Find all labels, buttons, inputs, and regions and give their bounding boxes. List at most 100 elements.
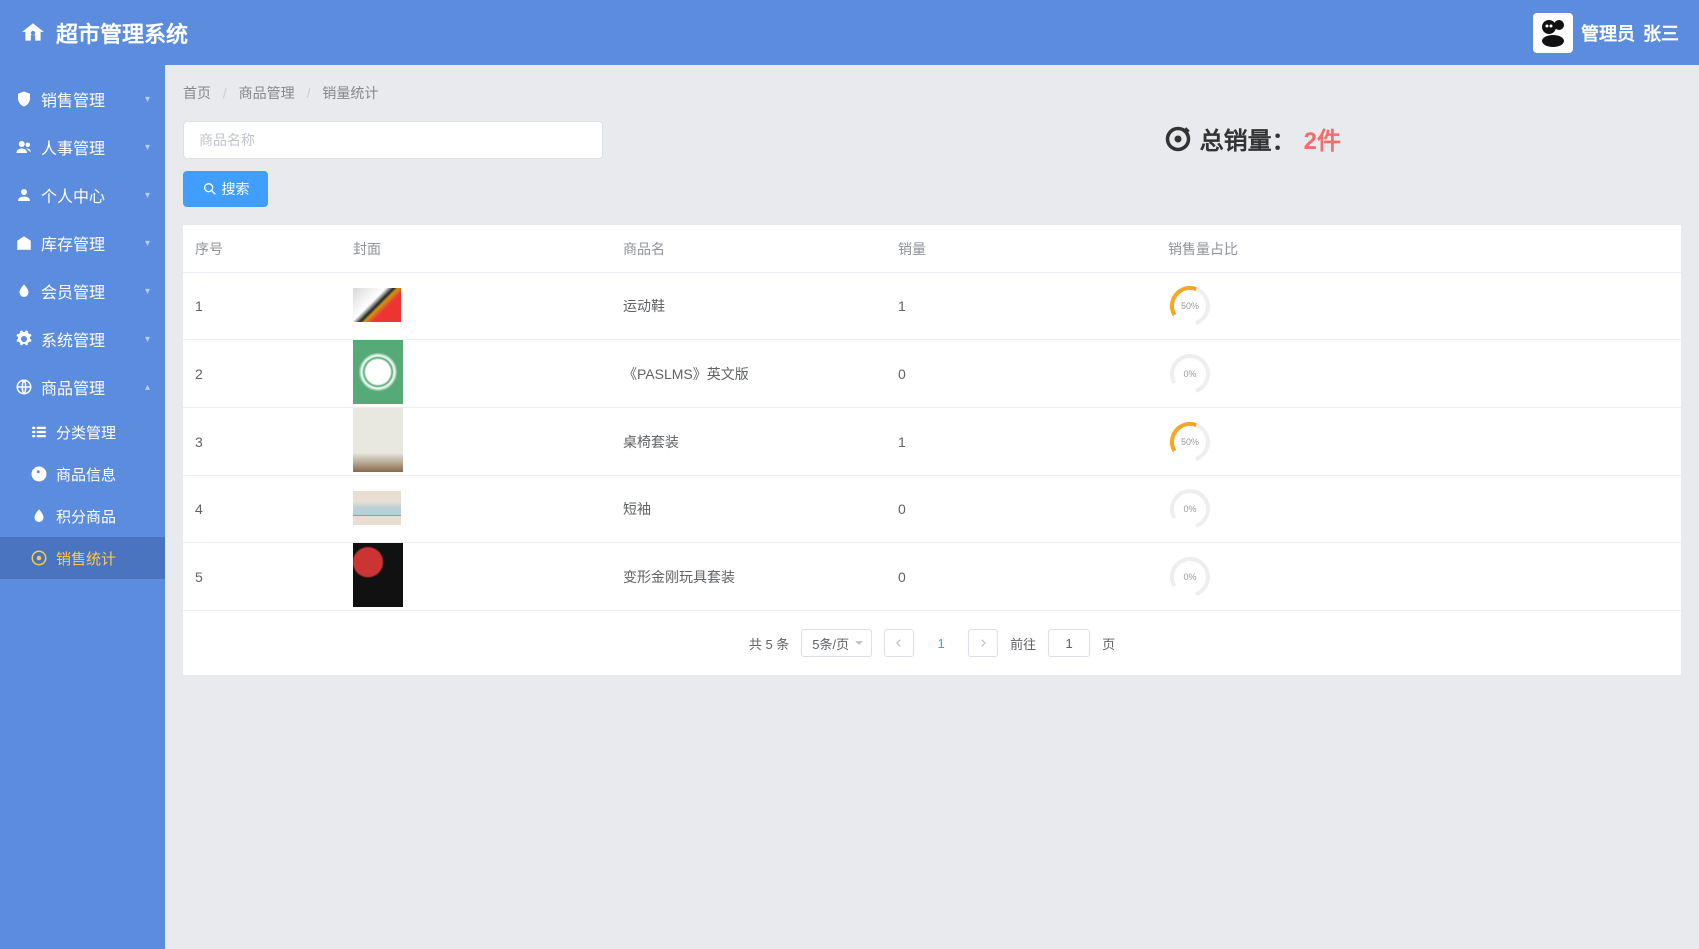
ratio-gauge: 50% — [1168, 284, 1212, 328]
total-value: 2件 — [1304, 121, 1341, 156]
nav-product-management[interactable]: 商品管理 ▴ — [0, 363, 165, 411]
chevron-down-icon: ▾ — [145, 142, 150, 153]
chevron-down-icon: ▾ — [145, 94, 150, 105]
goto-label-post: 页 — [1102, 634, 1115, 653]
product-thumb — [353, 288, 401, 322]
nav-hr-management[interactable]: 人事管理 ▾ — [0, 123, 165, 171]
drop-icon — [15, 282, 33, 300]
chevron-down-icon: ▾ — [145, 334, 150, 345]
person-icon — [15, 186, 33, 204]
header-right: 管理员 张三 — [1533, 13, 1679, 53]
nav-sub-category[interactable]: 分类管理 — [0, 411, 165, 453]
cell-cover — [353, 408, 623, 475]
avatar-icon — [1537, 17, 1569, 49]
cell-ratio: 50% — [1168, 284, 1681, 328]
cell-cover — [353, 543, 623, 610]
breadcrumb-sales-stats: 销量统计 — [322, 85, 378, 101]
cell-index: 4 — [183, 501, 353, 517]
nav-system-management[interactable]: 系统管理 ▾ — [0, 315, 165, 363]
product-thumb — [353, 408, 403, 472]
globe-icon — [15, 378, 33, 396]
target-icon — [30, 549, 48, 567]
warehouse-icon — [15, 234, 33, 252]
avatar[interactable] — [1533, 13, 1573, 53]
cell-cover — [353, 340, 623, 407]
cell-cover — [353, 491, 623, 528]
sidebar: 销售管理 ▾ 人事管理 ▾ 个人中心 ▾ 库存管理 ▾ 会员管理 ▾ 系统管理 … — [0, 65, 165, 949]
nav-sub-product-info[interactable]: 商品信息 — [0, 453, 165, 495]
page-current[interactable]: 1 — [926, 636, 956, 651]
list-icon — [30, 423, 48, 441]
page-prev-button[interactable] — [884, 629, 914, 657]
nav-sub-points-product[interactable]: 积分商品 — [0, 495, 165, 537]
user-name: 张三 — [1643, 20, 1679, 46]
cell-name: 短袖 — [623, 499, 898, 519]
chevron-left-icon — [894, 638, 904, 648]
house-icon — [20, 20, 46, 46]
product-thumb — [353, 543, 403, 607]
cell-sales: 1 — [898, 298, 1168, 314]
toolbar: 搜索 总销量： 2件 — [183, 121, 1681, 207]
ratio-gauge: 0% — [1168, 555, 1212, 599]
table-row: 2 《PASLMS》英文版 0 0% — [183, 340, 1681, 408]
page-next-button[interactable] — [968, 629, 998, 657]
nav-personal-center[interactable]: 个人中心 ▾ — [0, 171, 165, 219]
app-title: 超市管理系统 — [56, 17, 188, 49]
cell-sales: 0 — [898, 501, 1168, 517]
page-total: 共 5 条 — [749, 634, 789, 653]
drop-icon — [30, 507, 48, 525]
gear-icon — [15, 330, 33, 348]
cell-ratio: 0% — [1168, 487, 1681, 531]
th-name: 商品名 — [623, 239, 898, 259]
table-header: 序号 封面 商品名 销量 销售量占比 — [183, 225, 1681, 273]
nav-sales-management[interactable]: 销售管理 ▾ — [0, 75, 165, 123]
th-index: 序号 — [183, 239, 353, 259]
breadcrumb-product[interactable]: 商品管理 — [239, 85, 295, 101]
goto-label-pre: 前往 — [1010, 634, 1036, 653]
th-ratio: 销售量占比 — [1168, 239, 1681, 259]
product-thumb — [353, 491, 401, 525]
nav-inventory-management[interactable]: 库存管理 ▾ — [0, 219, 165, 267]
search-button[interactable]: 搜索 — [183, 171, 268, 207]
product-thumb — [353, 340, 403, 404]
cell-index: 5 — [183, 569, 353, 585]
people-icon — [15, 138, 33, 156]
cell-cover — [353, 288, 623, 325]
ratio-gauge: 0% — [1168, 487, 1212, 531]
cell-ratio: 50% — [1168, 420, 1681, 464]
cell-name: 运动鞋 — [623, 296, 898, 316]
tag-icon — [30, 465, 48, 483]
th-sales: 销量 — [898, 239, 1168, 259]
header: 超市管理系统 管理员 张三 — [0, 0, 1699, 65]
cell-ratio: 0% — [1168, 352, 1681, 396]
cell-sales: 1 — [898, 434, 1168, 450]
data-table: 序号 封面 商品名 销量 销售量占比 1 运动鞋 1 50% 2 《PASLMS… — [183, 225, 1681, 675]
cell-name: 《PASLMS》英文版 — [623, 364, 898, 384]
cell-ratio: 0% — [1168, 555, 1681, 599]
table-row: 3 桌椅套装 1 50% — [183, 408, 1681, 476]
header-left: 超市管理系统 — [20, 17, 188, 49]
search-icon — [202, 181, 218, 197]
breadcrumb: 首页 / 商品管理 / 销量统计 — [183, 83, 1681, 103]
cell-name: 桌椅套装 — [623, 432, 898, 452]
chevron-down-icon: ▾ — [145, 286, 150, 297]
cell-index: 3 — [183, 434, 353, 450]
chevron-up-icon: ▴ — [145, 382, 150, 393]
page-goto-input[interactable] — [1048, 629, 1090, 657]
th-cover: 封面 — [353, 239, 623, 259]
search-input[interactable] — [183, 121, 603, 159]
chevron-right-icon — [978, 638, 988, 648]
nav-member-management[interactable]: 会员管理 ▾ — [0, 267, 165, 315]
cell-sales: 0 — [898, 569, 1168, 585]
cell-index: 1 — [183, 298, 353, 314]
ratio-gauge: 50% — [1168, 420, 1212, 464]
cell-index: 2 — [183, 366, 353, 382]
nav-sub-sales-stats[interactable]: 销售统计 — [0, 537, 165, 579]
ratio-gauge: 0% — [1168, 352, 1212, 396]
cell-name: 变形金刚玩具套装 — [623, 567, 898, 587]
breadcrumb-home[interactable]: 首页 — [183, 85, 211, 101]
table-row: 5 变形金刚玩具套装 0 0% — [183, 543, 1681, 611]
table-row: 4 短袖 0 0% — [183, 476, 1681, 543]
page-size-select[interactable]: 5条/页 — [801, 629, 872, 657]
chevron-down-icon: ▾ — [145, 238, 150, 249]
